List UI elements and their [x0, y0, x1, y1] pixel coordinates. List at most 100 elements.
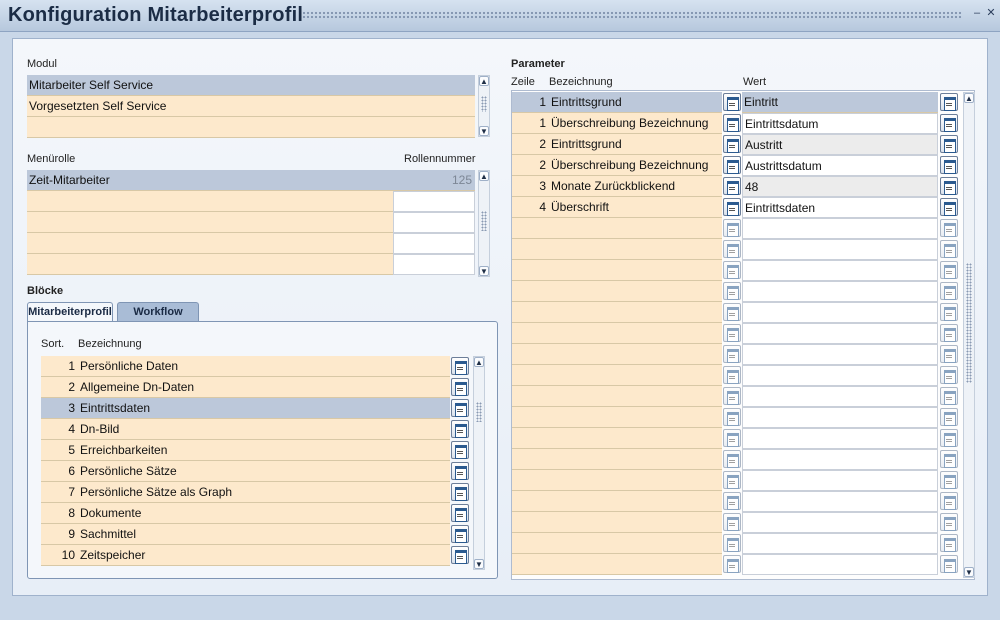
param-zeile-cell[interactable] [512, 323, 549, 344]
list-of-values-icon[interactable] [940, 450, 958, 468]
list-of-values-icon[interactable] [940, 135, 958, 153]
param-zeile-cell[interactable] [512, 239, 549, 260]
param-bezeichnung-cell[interactable]: Überschreibung Bezeichnung [549, 113, 722, 134]
param-zeile-cell[interactable] [512, 449, 549, 470]
block-sort-cell[interactable]: 4 [41, 419, 78, 440]
param-wert-cell[interactable] [742, 323, 938, 344]
block-sort-cell[interactable]: 9 [41, 524, 78, 545]
block-name-cell[interactable]: Persönliche Sätze [78, 461, 450, 482]
list-of-values-icon[interactable] [940, 513, 958, 531]
param-zeile-cell[interactable] [512, 407, 549, 428]
block-sort-cell[interactable]: 1 [41, 356, 78, 377]
list-of-values-icon[interactable] [723, 366, 741, 384]
param-bezeichnung-cell[interactable] [549, 302, 722, 323]
list-of-values-icon[interactable] [723, 177, 741, 195]
list-of-values-icon[interactable] [723, 324, 741, 342]
list-of-values-icon[interactable] [723, 429, 741, 447]
param-bezeichnung-cell[interactable] [549, 407, 722, 428]
list-of-values-icon[interactable] [940, 387, 958, 405]
param-wert-cell[interactable] [742, 470, 938, 491]
list-of-values-icon[interactable] [940, 114, 958, 132]
list-of-values-icon[interactable] [451, 378, 469, 396]
list-of-values-icon[interactable] [723, 534, 741, 552]
list-of-values-icon[interactable] [451, 546, 469, 564]
param-bezeichnung-cell[interactable]: Überschrift [549, 197, 722, 218]
scroll-up-icon[interactable]: ▲ [479, 171, 489, 181]
list-of-values-icon[interactable] [940, 471, 958, 489]
list-of-values-icon[interactable] [723, 555, 741, 573]
list-of-values-icon[interactable] [723, 471, 741, 489]
list-of-values-icon[interactable] [451, 399, 469, 417]
list-of-values-icon[interactable] [723, 303, 741, 321]
param-zeile-cell[interactable] [512, 365, 549, 386]
param-zeile-cell[interactable] [512, 554, 549, 575]
list-of-values-icon[interactable] [940, 324, 958, 342]
param-wert-cell[interactable] [742, 386, 938, 407]
param-wert-cell[interactable] [742, 218, 938, 239]
list-of-values-icon[interactable] [723, 450, 741, 468]
block-sort-cell[interactable]: 3 [41, 398, 78, 419]
list-of-values-icon[interactable] [451, 483, 469, 501]
block-sort-cell[interactable]: 7 [41, 482, 78, 503]
list-of-values-icon[interactable] [940, 240, 958, 258]
param-wert-cell[interactable] [742, 449, 938, 470]
modul-scrollbar[interactable]: ▲ ▼ [478, 75, 490, 137]
param-bezeichnung-cell[interactable] [549, 260, 722, 281]
list-of-values-icon[interactable] [723, 114, 741, 132]
param-zeile-cell[interactable] [512, 491, 549, 512]
block-sort-cell[interactable]: 5 [41, 440, 78, 461]
block-name-cell[interactable]: Sachmittel [78, 524, 450, 545]
param-bezeichnung-cell[interactable]: Eintrittsgrund [549, 92, 722, 113]
param-zeile-cell[interactable] [512, 260, 549, 281]
list-of-values-icon[interactable] [940, 219, 958, 237]
list-of-values-icon[interactable] [451, 504, 469, 522]
list-of-values-icon[interactable] [940, 93, 958, 111]
list-of-values-icon[interactable] [723, 261, 741, 279]
menurolle-name-cell[interactable] [27, 254, 393, 275]
scroll-down-icon[interactable]: ▼ [479, 126, 489, 136]
param-zeile-cell[interactable]: 3 [512, 176, 549, 197]
list-of-values-icon[interactable] [723, 219, 741, 237]
block-name-cell[interactable]: Persönliche Daten [78, 356, 450, 377]
modul-row[interactable] [27, 117, 475, 138]
list-of-values-icon[interactable] [723, 135, 741, 153]
list-of-values-icon[interactable] [723, 513, 741, 531]
list-of-values-icon[interactable] [940, 156, 958, 174]
list-of-values-icon[interactable] [451, 441, 469, 459]
menurolle-name-cell[interactable] [27, 191, 393, 212]
param-zeile-cell[interactable] [512, 302, 549, 323]
list-of-values-icon[interactable] [940, 408, 958, 426]
rollennummer-cell[interactable] [393, 191, 475, 212]
minimize-icon[interactable]: – [971, 7, 983, 19]
list-of-values-icon[interactable] [451, 357, 469, 375]
param-zeile-cell[interactable] [512, 344, 549, 365]
block-name-cell[interactable]: Eintrittsdaten [78, 398, 450, 419]
list-of-values-icon[interactable] [940, 177, 958, 195]
list-of-values-icon[interactable] [723, 345, 741, 363]
param-wert-cell[interactable] [742, 344, 938, 365]
scroll-down-icon[interactable]: ▼ [474, 559, 484, 569]
parameter-scrollbar[interactable]: ▲ ▼ [963, 92, 975, 578]
param-zeile-cell[interactable] [512, 428, 549, 449]
param-wert-cell[interactable] [742, 302, 938, 323]
param-wert-cell[interactable] [742, 407, 938, 428]
list-of-values-icon[interactable] [723, 492, 741, 510]
param-zeile-cell[interactable]: 2 [512, 155, 549, 176]
titlebar-grip[interactable] [302, 11, 962, 20]
scroll-up-icon[interactable]: ▲ [474, 357, 484, 367]
param-zeile-cell[interactable] [512, 218, 549, 239]
list-of-values-icon[interactable] [940, 282, 958, 300]
tab-workflow[interactable]: Workflow [117, 302, 199, 321]
block-name-cell[interactable]: Dn-Bild [78, 419, 450, 440]
menurolle-name-cell[interactable] [27, 233, 393, 254]
scrollbar-thumb[interactable] [476, 402, 482, 422]
param-bezeichnung-cell[interactable] [549, 239, 722, 260]
list-of-values-icon[interactable] [940, 492, 958, 510]
param-bezeichnung-cell[interactable]: Monate Zurückblickend [549, 176, 722, 197]
list-of-values-icon[interactable] [940, 429, 958, 447]
list-of-values-icon[interactable] [451, 420, 469, 438]
param-zeile-cell[interactable]: 1 [512, 92, 549, 113]
param-bezeichnung-cell[interactable] [549, 449, 722, 470]
param-wert-cell[interactable]: Eintrittsdaten [742, 197, 938, 218]
param-bezeichnung-cell[interactable] [549, 344, 722, 365]
